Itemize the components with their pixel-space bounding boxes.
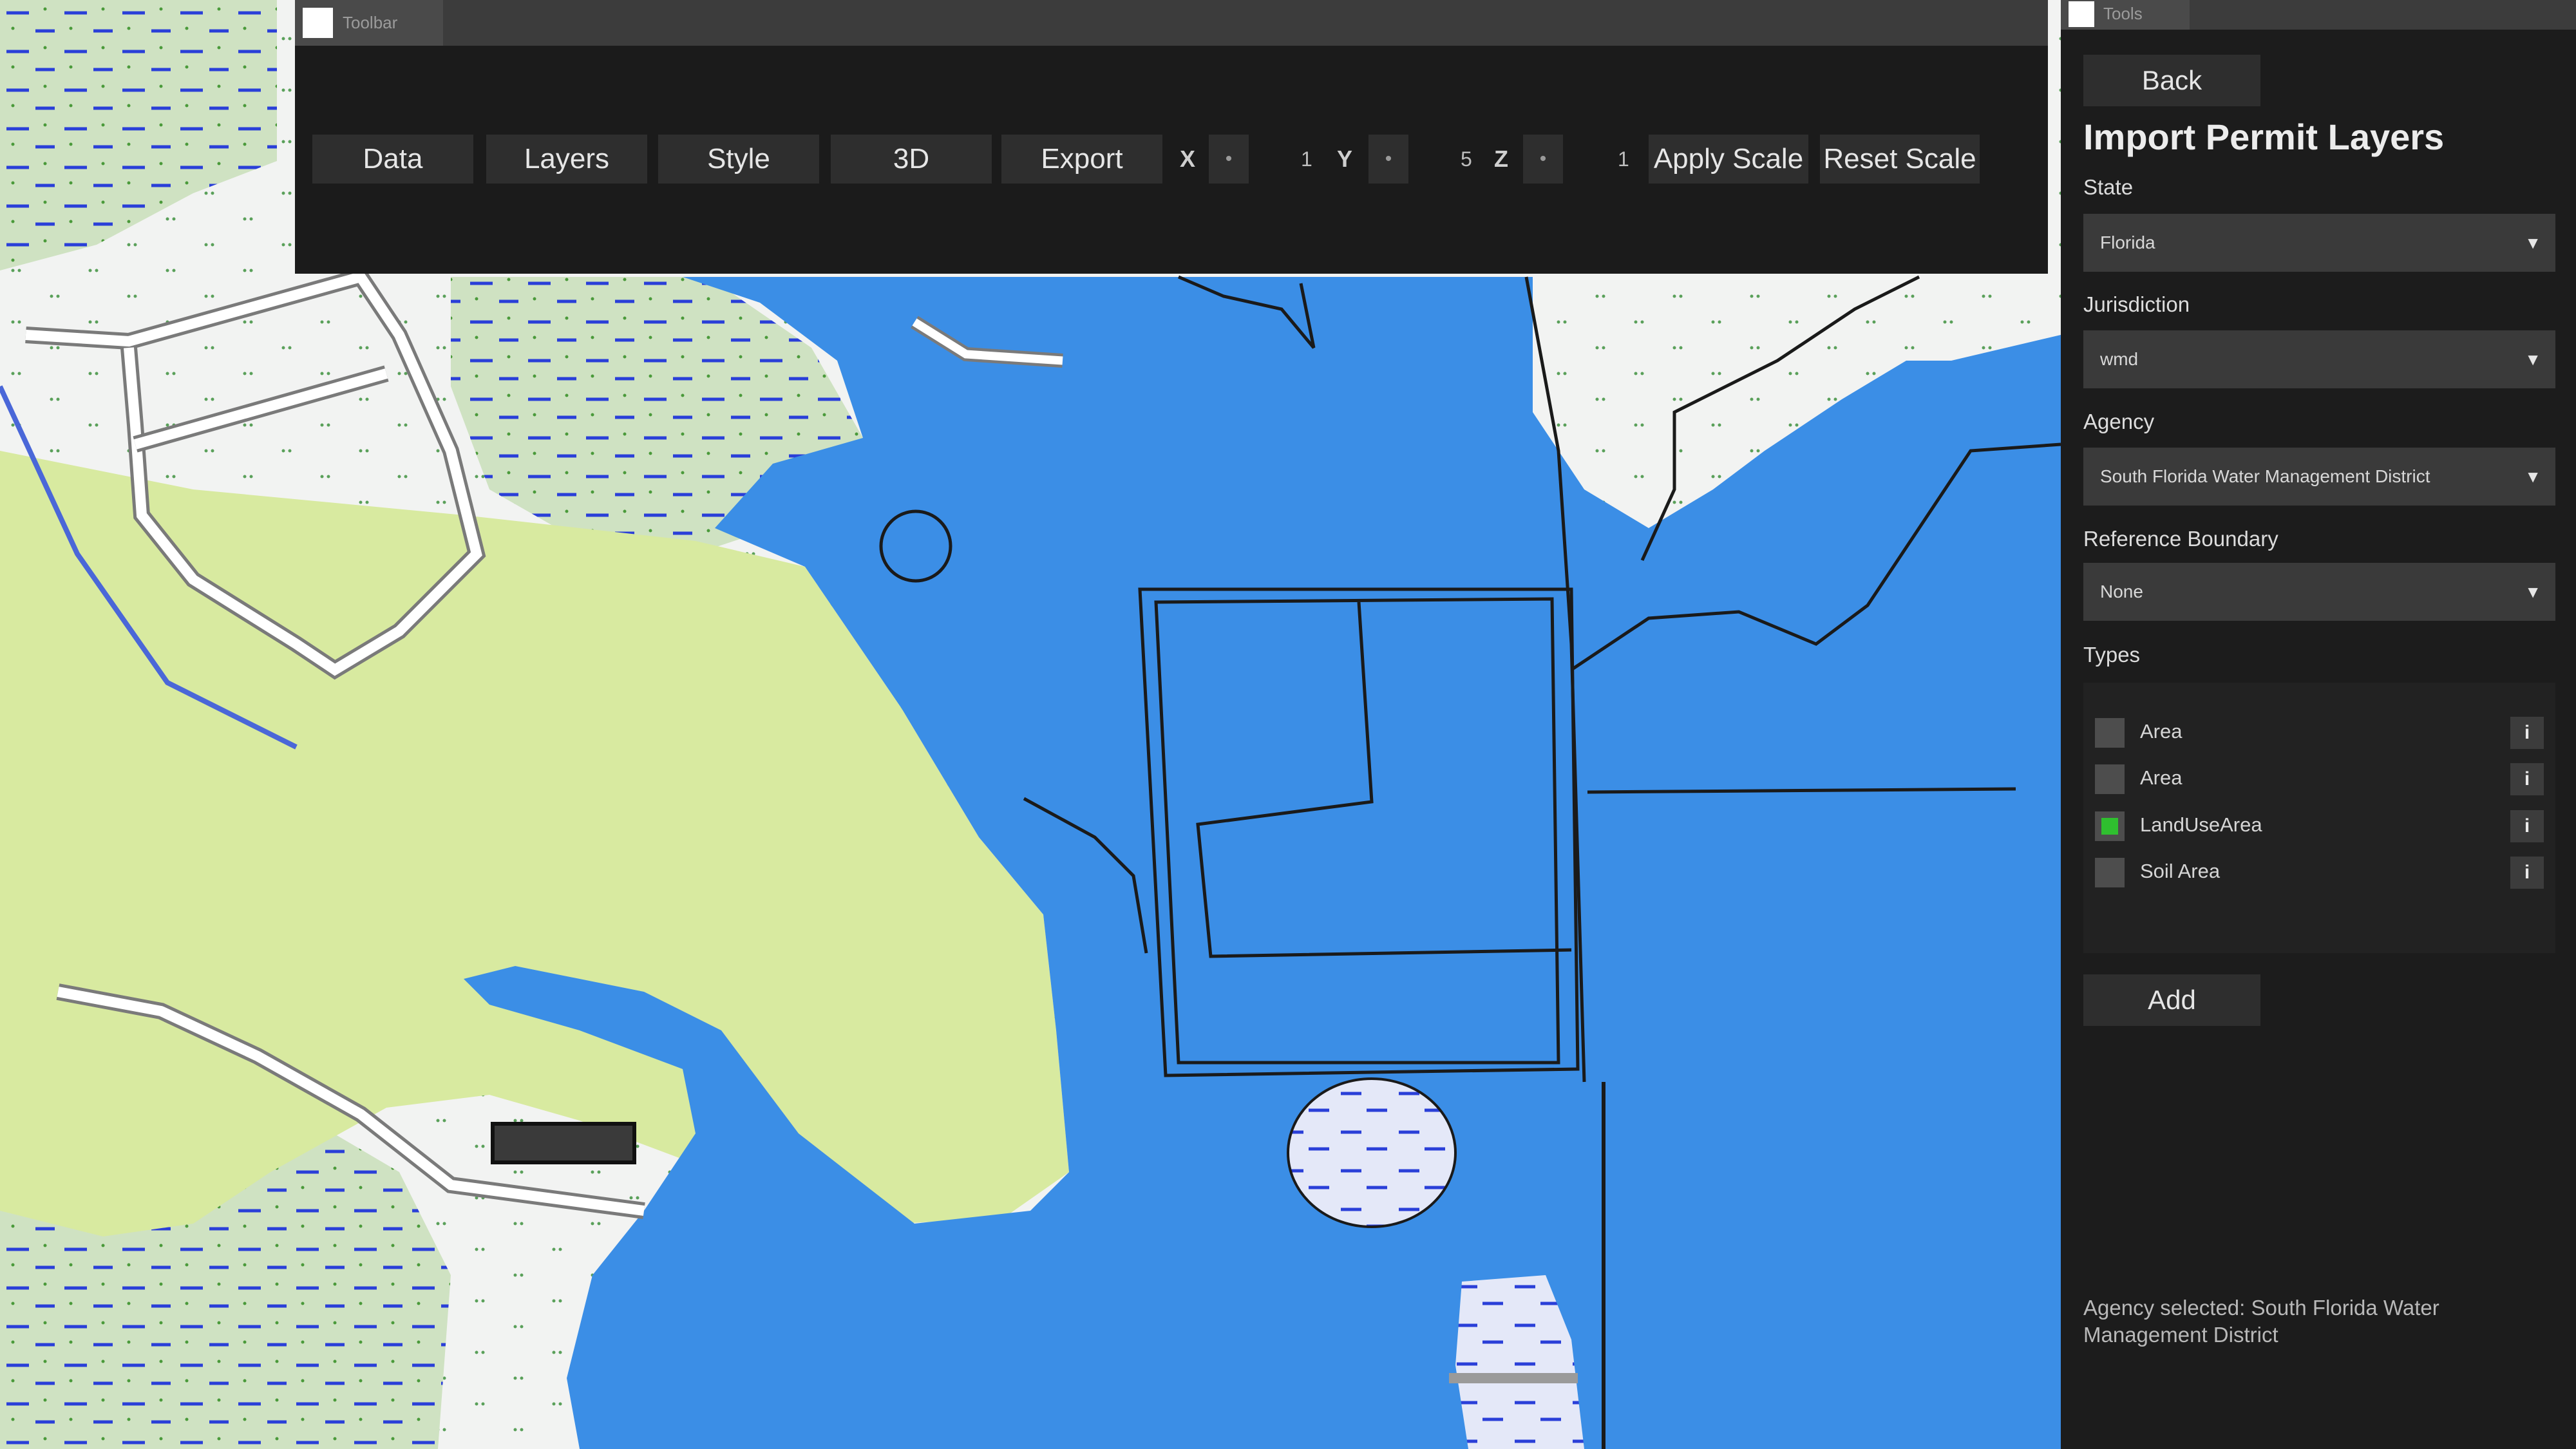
toolbar-tab[interactable]: Toolbar [295, 0, 443, 46]
type-row-landusearea[interactable]: LandUseArea i [2083, 805, 2555, 845]
jurisdiction-select[interactable]: wmd ▼ [2083, 330, 2555, 388]
scale-z-stepper[interactable]: • [1523, 135, 1563, 184]
chevron-down-icon: ▼ [2524, 349, 2541, 369]
chevron-down-icon: ▼ [2524, 466, 2541, 486]
scale-z-label: Z [1494, 146, 1508, 172]
type-checkbox[interactable] [2095, 718, 2125, 748]
type-checkbox[interactable] [2095, 764, 2125, 794]
scale-x-stepper[interactable]: • [1209, 135, 1249, 184]
type-label: Area [2140, 720, 2183, 743]
types-label: Types [2083, 643, 2141, 667]
type-row-soil-area[interactable]: Soil Area i [2083, 851, 2555, 891]
layers-button[interactable]: Layers [486, 135, 647, 184]
data-button[interactable]: Data [312, 135, 473, 184]
tools-tab[interactable]: Tools [2061, 0, 2190, 30]
reference-boundary-value: None [2100, 582, 2143, 601]
info-button[interactable]: i [2510, 763, 2544, 795]
jurisdiction-label: Jurisdiction [2083, 292, 2190, 316]
type-checkbox-checked[interactable] [2095, 811, 2125, 841]
type-label: Soil Area [2140, 860, 2221, 882]
info-button[interactable]: i [2510, 857, 2544, 889]
state-value: Florida [2100, 232, 2155, 252]
toolbar-window-title: Toolbar [343, 13, 398, 32]
type-label: Area [2140, 766, 2183, 789]
reset-scale-button[interactable]: Reset Scale [1820, 135, 1980, 184]
toolbar-tabstrip: Toolbar [295, 0, 2048, 46]
state-select[interactable]: Florida ▼ [2083, 214, 2555, 272]
status-message: Agency selected: South Florida Water Man… [2083, 1296, 2439, 1347]
agency-value: South Florida Water Management District [2100, 466, 2430, 486]
apply-scale-button[interactable]: Apply Scale [1649, 135, 1808, 184]
type-row-area-2[interactable]: Area i [2083, 758, 2555, 798]
info-button[interactable]: i [2510, 810, 2544, 842]
scale-y-value[interactable]: 5 [1461, 135, 1472, 184]
window-icon [2069, 1, 2094, 27]
panel-title: Import Permit Layers [2083, 117, 2445, 157]
style-button[interactable]: Style [658, 135, 819, 184]
scale-y-label: Y [1337, 146, 1353, 172]
chevron-down-icon: ▼ [2524, 582, 2541, 601]
info-button[interactable]: i [2510, 717, 2544, 749]
export-button[interactable]: Export [1001, 135, 1162, 184]
state-label: State [2083, 175, 2134, 199]
add-button[interactable]: Add [2083, 974, 2260, 1026]
back-button[interactable]: Back [2083, 55, 2260, 106]
type-row-area-1[interactable]: Area i [2083, 712, 2555, 752]
window-icon [303, 8, 333, 38]
3d-button[interactable]: 3D [831, 135, 992, 184]
types-list[interactable]: Area i Area i LandUseArea i Soil Area i [2083, 683, 2555, 953]
agency-label: Agency [2083, 410, 2155, 433]
scale-y-stepper[interactable]: • [1368, 135, 1408, 184]
scale-z-value[interactable]: 1 [1618, 135, 1629, 184]
reference-boundary-label: Reference Boundary [2083, 527, 2278, 551]
chevron-down-icon: ▼ [2524, 232, 2541, 252]
tools-tabstrip: Tools [2061, 0, 2576, 30]
type-label: LandUseArea [2140, 813, 2262, 836]
scale-x-value[interactable]: 1 [1301, 135, 1312, 184]
reference-boundary-select[interactable]: None ▼ [2083, 563, 2555, 621]
agency-select[interactable]: South Florida Water Management District … [2083, 448, 2555, 506]
scale-x-label: X [1180, 146, 1196, 172]
tools-window-title: Tools [2103, 4, 2143, 23]
type-checkbox[interactable] [2095, 858, 2125, 887]
jurisdiction-value: wmd [2100, 349, 2139, 369]
